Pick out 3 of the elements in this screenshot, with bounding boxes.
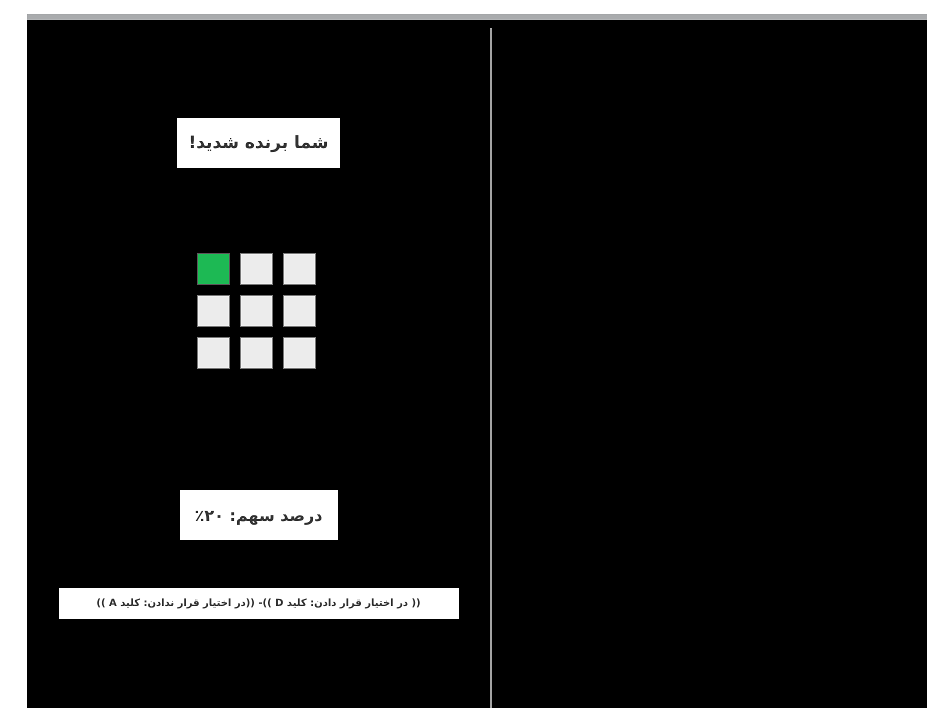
result-message: شما برنده شدید! (177, 118, 340, 168)
key-instructions: (( در اختیار قرار دادن: کلید D ))- ((در اختیار قرار ندادن: کلید A )) (58, 588, 458, 619)
share-percentage: درصد سهم: ۲۰٪ (180, 490, 338, 540)
